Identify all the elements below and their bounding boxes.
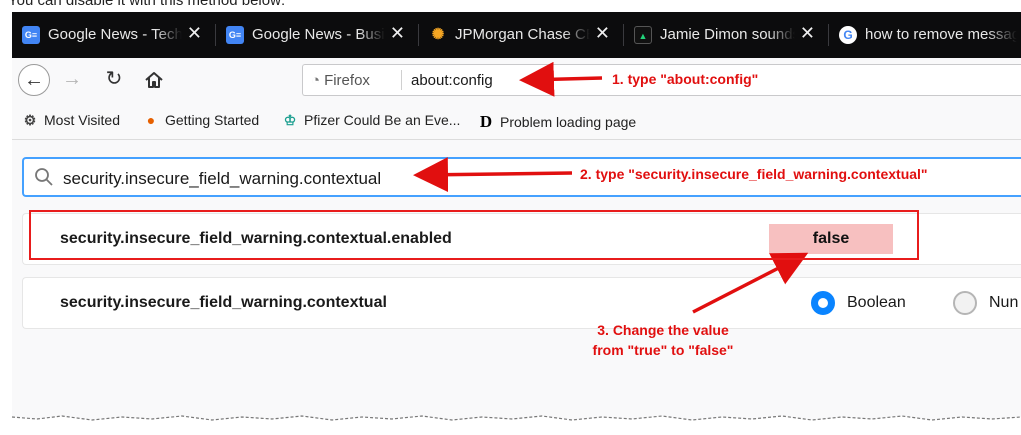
bookmark-label: Problem loading page xyxy=(500,114,637,130)
identity-label: Firefox xyxy=(324,72,370,89)
pref-row-enabled[interactable]: security.insecure_field_warning.contextu… xyxy=(22,213,1021,265)
tab-title: JPMorgan Chase CEO xyxy=(455,26,590,43)
tab-how-to-remove[interactable]: G how to remove message xyxy=(831,18,1021,52)
gear-icon: ⚙ xyxy=(23,112,37,128)
search-value[interactable]: security.insecure_field_warning.contextu… xyxy=(63,169,381,189)
home-button[interactable] xyxy=(138,64,170,96)
arrow-right-icon: → xyxy=(62,68,82,90)
close-tab-icon[interactable]: ✕ xyxy=(187,23,202,44)
firefox-icon: ● xyxy=(146,112,156,128)
google-news-icon: G≡ xyxy=(226,26,244,44)
tab-title: how to remove message xyxy=(865,26,1017,43)
tab-jpmorgan[interactable]: ✺ JPMorgan Chase CEO ✕ xyxy=(421,18,620,52)
thestreet-icon: ▲ xyxy=(634,26,652,44)
tab-google-news-business[interactable]: G≡ Google News - Business ✕ xyxy=(218,18,415,52)
pref-value[interactable]: false xyxy=(769,224,893,254)
close-tab-icon[interactable]: ✕ xyxy=(800,23,815,44)
google-g-icon: G xyxy=(839,26,857,44)
url-bar[interactable]: ◔ Firefox about:config xyxy=(302,64,1021,96)
pref-name: security.insecure_field_warning.contextu… xyxy=(60,294,387,311)
about-config-page: security.insecure_field_warning.contextu… xyxy=(12,140,1021,424)
bookmark-pfizer[interactable]: ♔ Pfizer Could Be an Eve... xyxy=(282,112,461,129)
tab-jamie-dimon[interactable]: ▲ Jamie Dimon sounds ✕ xyxy=(626,18,825,52)
reload-button[interactable]: ↻ xyxy=(98,64,130,96)
browser-window: G≡ Google News - Tech ✕ G≡ Google News -… xyxy=(12,12,1021,424)
bookmark-problem-loading[interactable]: D Problem loading page xyxy=(478,112,636,132)
reload-icon: ↻ xyxy=(105,68,123,90)
bookmark-label: Getting Started xyxy=(165,112,260,128)
number-radio[interactable] xyxy=(953,291,977,315)
back-button[interactable]: ← xyxy=(18,64,50,96)
google-news-icon: G≡ xyxy=(22,26,40,44)
tab-divider xyxy=(418,24,419,46)
number-label: Nun xyxy=(989,294,1019,311)
url-input[interactable]: about:config xyxy=(411,72,493,89)
tab-title: Google News - Tech xyxy=(48,26,182,43)
tab-google-news-tech[interactable]: G≡ Google News - Tech ✕ xyxy=(14,18,212,52)
bookmark-getting-started[interactable]: ● Getting Started xyxy=(143,112,259,128)
search-icon xyxy=(35,168,53,186)
boolean-radio[interactable] xyxy=(811,291,835,315)
navigation-toolbar: ← → ↻ ◔ Firefox about:config xyxy=(12,58,1021,102)
tab-bar: G≡ Google News - Tech ✕ G≡ Google News -… xyxy=(12,12,1021,58)
tab-divider xyxy=(828,24,829,46)
tab-divider xyxy=(215,24,216,46)
arrow-left-icon: ← xyxy=(24,69,44,91)
forward-button[interactable]: → xyxy=(56,64,88,96)
close-tab-icon[interactable]: ✕ xyxy=(595,23,610,44)
nbc-peacock-icon: ✺ xyxy=(431,26,445,43)
tab-title: Jamie Dimon sounds xyxy=(660,26,795,43)
firefox-identity-icon: ◔ xyxy=(311,72,321,89)
identity-box[interactable]: ◔ Firefox xyxy=(311,72,370,89)
caption-text: You can disable it with this method belo… xyxy=(8,0,286,9)
boolean-label: Boolean xyxy=(847,294,906,311)
pref-name: security.insecure_field_warning.contextu… xyxy=(60,230,452,247)
pref-row-new[interactable]: security.insecure_field_warning.contextu… xyxy=(22,277,1021,329)
motley-fool-icon: ♔ xyxy=(283,112,297,128)
tab-title: Google News - Business xyxy=(252,26,385,43)
tab-divider xyxy=(623,24,624,46)
url-divider xyxy=(401,70,402,90)
bookmark-label: Pfizer Could Be an Eve... xyxy=(304,112,461,128)
d-logo-icon: D xyxy=(479,112,493,131)
close-tab-icon[interactable]: ✕ xyxy=(390,23,405,44)
config-search-input[interactable]: security.insecure_field_warning.contextu… xyxy=(22,157,1021,197)
bookmark-most-visited[interactable]: ⚙ Most Visited xyxy=(22,112,120,129)
bookmark-label: Most Visited xyxy=(44,112,120,128)
home-icon xyxy=(145,72,163,88)
torn-edge xyxy=(12,415,1021,424)
bookmarks-toolbar: ⚙ Most Visited ● Getting Started ♔ Pfizer C… xyxy=(12,102,1021,140)
